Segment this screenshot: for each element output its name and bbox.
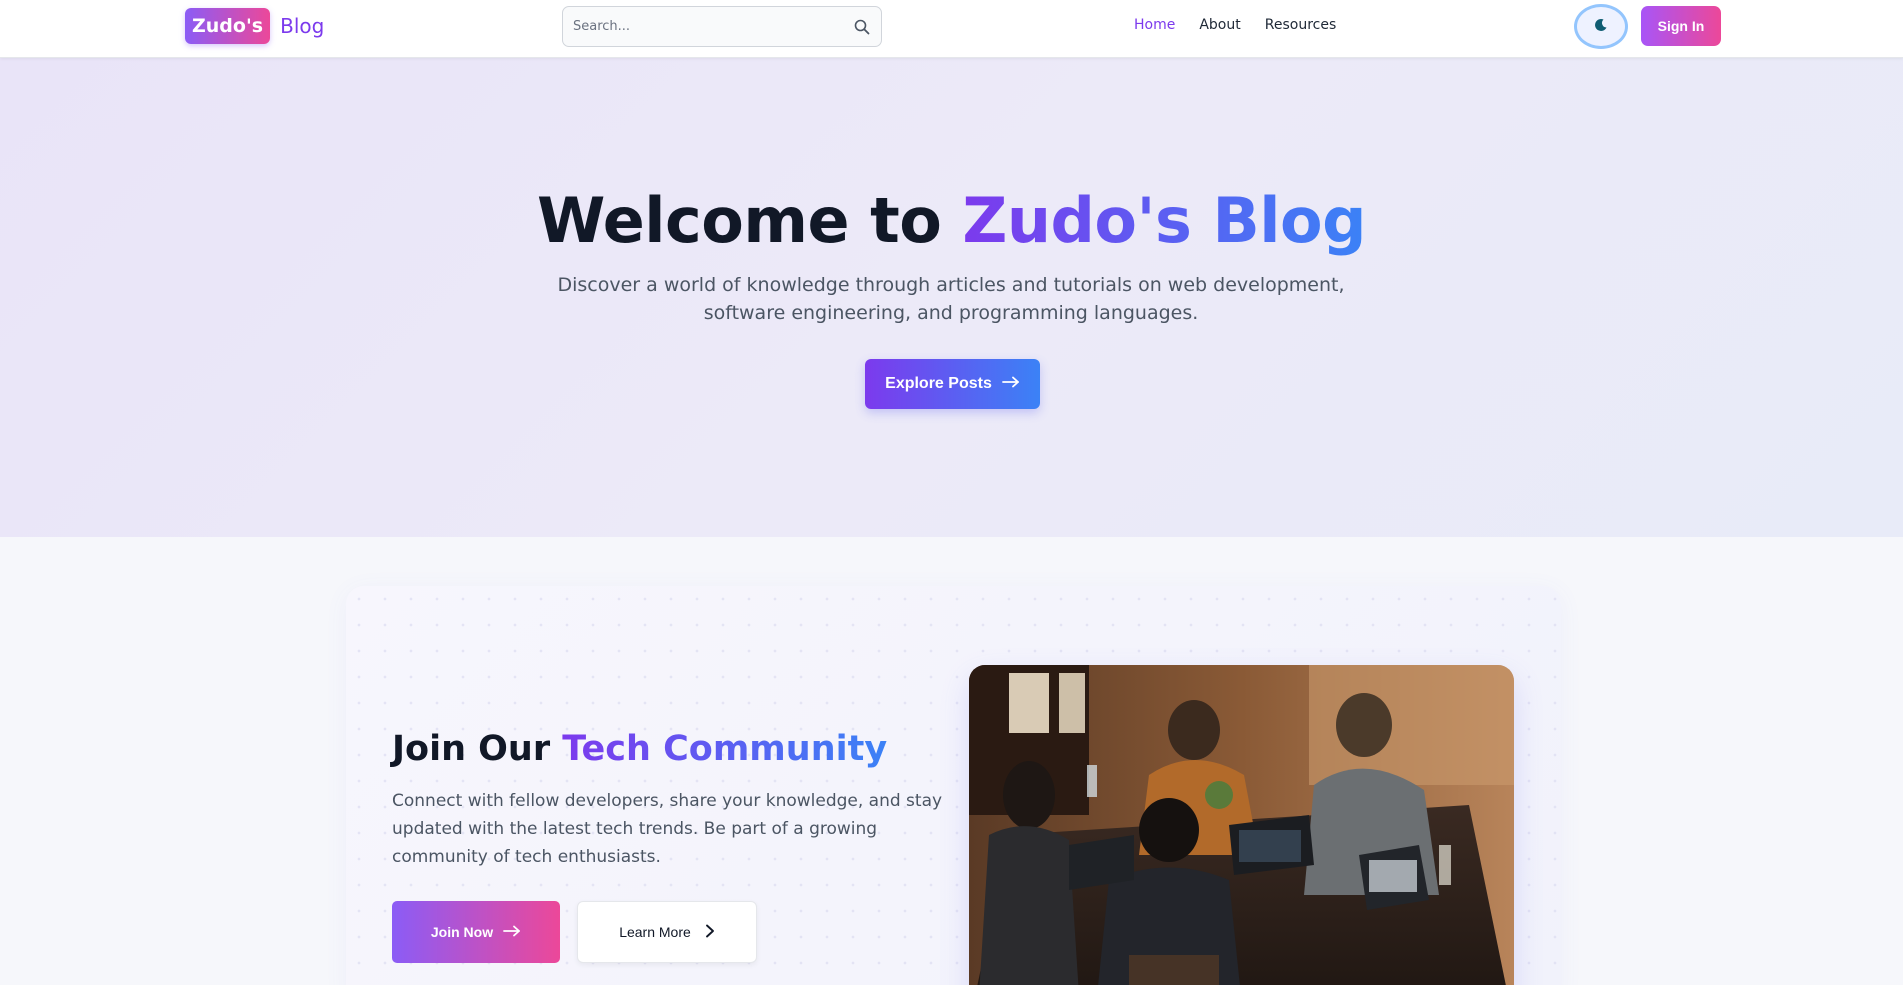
explore-posts-label: Explore Posts bbox=[885, 375, 992, 392]
nav-link-home[interactable]: Home bbox=[1134, 17, 1175, 33]
nav-link-resources[interactable]: Resources bbox=[1265, 17, 1337, 33]
main-nav: Home About Resources bbox=[1134, 17, 1336, 33]
learn-more-button[interactable]: Learn More bbox=[577, 901, 757, 963]
join-now-button[interactable]: Join Now bbox=[392, 901, 560, 963]
site-logo[interactable]: Zudo's Blog bbox=[185, 8, 324, 44]
arrow-right-icon bbox=[503, 924, 521, 940]
explore-posts-button[interactable]: Explore Posts bbox=[865, 359, 1040, 409]
hero-title-plain: Welcome to bbox=[537, 184, 963, 257]
theme-toggle-button[interactable] bbox=[1574, 4, 1628, 49]
chevron-right-icon bbox=[705, 924, 715, 941]
sign-in-button[interactable]: Sign In bbox=[1641, 6, 1721, 46]
top-navbar: Zudo's Blog Home About Resources Sign In bbox=[0, 0, 1903, 58]
nav-link-about[interactable]: About bbox=[1199, 17, 1240, 33]
community-title-highlight: Tech Community bbox=[562, 729, 888, 769]
join-now-label: Join Now bbox=[430, 924, 494, 940]
moon-icon bbox=[1594, 18, 1608, 35]
community-section: Join Our Tech Community Connect with fel… bbox=[346, 586, 1561, 985]
community-photo bbox=[969, 665, 1514, 985]
hero-title-highlight: Zudo's Blog bbox=[962, 184, 1366, 257]
search-box bbox=[562, 6, 882, 47]
logo-badge: Zudo's bbox=[185, 8, 271, 44]
community-title: Join Our Tech Community bbox=[392, 729, 887, 769]
hero-title: Welcome to Zudo's Blog bbox=[0, 184, 1903, 257]
search-input[interactable] bbox=[573, 19, 853, 34]
community-description: Connect with fellow developers, share yo… bbox=[392, 791, 943, 867]
hero-subtitle: Discover a world of knowledge through ar… bbox=[557, 274, 1345, 324]
logo-text: Blog bbox=[280, 14, 325, 38]
arrow-right-icon bbox=[1001, 375, 1020, 393]
community-title-plain: Join Our bbox=[392, 729, 563, 769]
search-icon[interactable] bbox=[853, 18, 871, 36]
learn-more-label: Learn More bbox=[619, 924, 691, 940]
hero-section: Welcome to Zudo's Blog Discover a world … bbox=[0, 58, 1903, 537]
